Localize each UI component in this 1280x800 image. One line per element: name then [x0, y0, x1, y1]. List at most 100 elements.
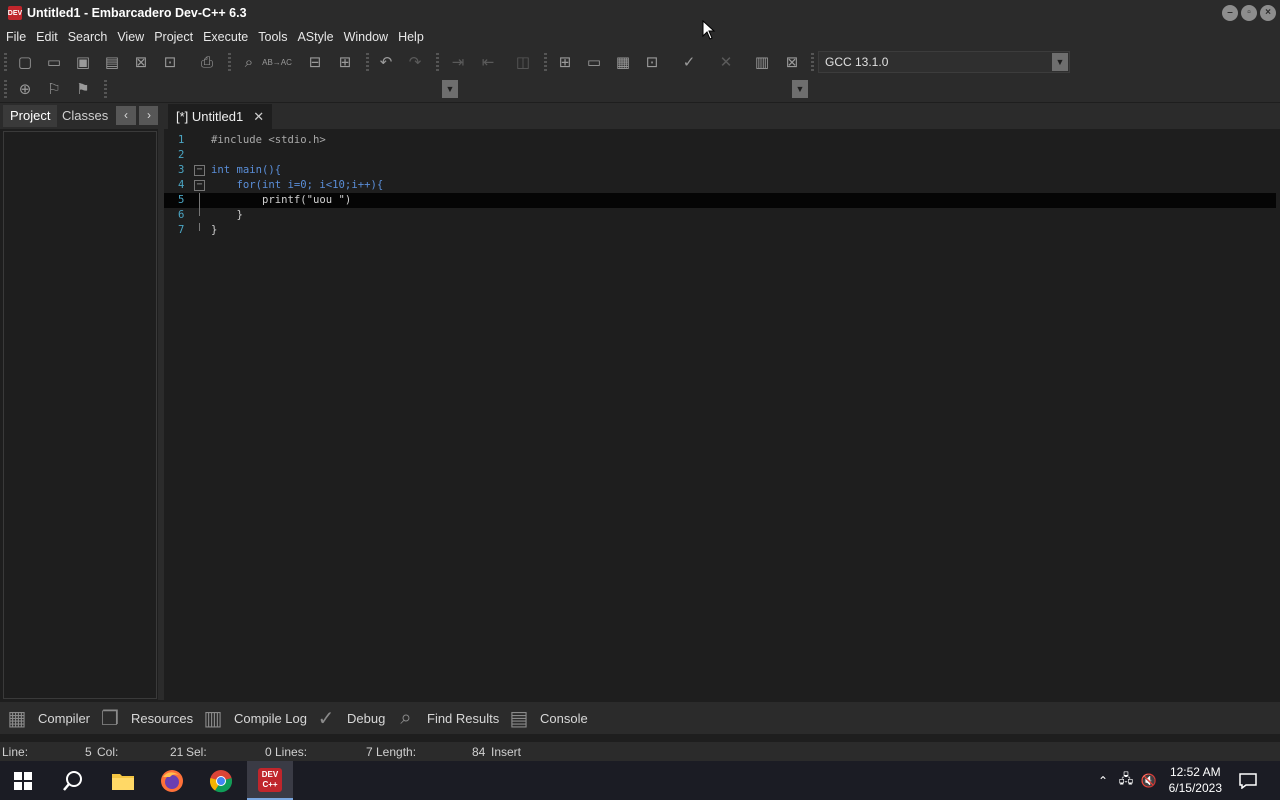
print-icon[interactable]: ⎙: [196, 51, 218, 73]
redo-icon[interactable]: ↷: [404, 51, 426, 73]
fold-collapse-icon[interactable]: −: [194, 165, 205, 176]
save-all-icon[interactable]: ▤: [101, 51, 123, 73]
chevron-up-icon[interactable]: ⌃: [1093, 761, 1113, 800]
chevron-down-icon[interactable]: ▼: [442, 80, 458, 98]
indent-icon[interactable]: ⇥: [447, 51, 469, 73]
code-line-current[interactable]: 5 printf("uou "): [164, 193, 1276, 208]
chrome-button[interactable]: [198, 761, 244, 800]
search-button[interactable]: [50, 761, 96, 800]
windows-taskbar: DEV C++ ⌃ 🖧 🔇 12:52 AM 6/15/2023: [0, 761, 1280, 800]
delete-profile-icon[interactable]: ⊠: [781, 51, 803, 73]
menu-bar: File Edit Search View Project Execute To…: [0, 26, 1280, 47]
new-file-icon[interactable]: ▢: [14, 51, 36, 73]
menu-tools[interactable]: Tools: [253, 30, 292, 44]
toolbar-grip[interactable]: [811, 53, 814, 71]
tab-console[interactable]: ▤ Console: [506, 706, 588, 730]
class-select[interactable]: ▼: [112, 78, 460, 100]
code-line[interactable]: 7 }: [164, 223, 1276, 238]
status-line-value: 5: [85, 745, 92, 759]
close-file-icon[interactable]: ⊠: [130, 51, 152, 73]
open-folder-icon[interactable]: ▭: [43, 51, 65, 73]
start-button[interactable]: [0, 761, 46, 800]
insert-icon[interactable]: ⊕: [14, 78, 36, 100]
volume-muted-icon[interactable]: 🔇: [1139, 761, 1159, 800]
check-syntax-icon[interactable]: ✓: [678, 51, 700, 73]
chevron-right-icon[interactable]: ›: [139, 106, 159, 125]
compile-icon[interactable]: ⊞: [554, 51, 576, 73]
resources-icon: ❐: [101, 707, 119, 730]
rebuild-icon[interactable]: ⊡: [641, 51, 663, 73]
run-icon[interactable]: ▭: [583, 51, 605, 73]
toolbar-grip[interactable]: [544, 53, 547, 71]
tab-project[interactable]: Project: [3, 105, 58, 127]
unindent-icon[interactable]: ⇤: [477, 51, 499, 73]
profile-icon[interactable]: ▥: [751, 51, 773, 73]
member-select[interactable]: ▼: [462, 78, 810, 100]
code-line[interactable]: 4 − for(int i=0; i<10;i++){: [164, 178, 1276, 193]
toolbar-grip[interactable]: [366, 53, 369, 71]
bar-chart-icon: ▥: [203, 707, 223, 730]
menu-astyle[interactable]: AStyle: [292, 30, 338, 44]
save-icon[interactable]: ▣: [72, 51, 94, 73]
code-editor[interactable]: 1 #include <stdio.h> 2 3 − int main(){ 4…: [164, 129, 1280, 700]
toggle-bookmark-icon[interactable]: ⚐: [43, 78, 65, 100]
tab-classes[interactable]: Classes: [55, 105, 115, 127]
chevron-left-icon[interactable]: ‹: [116, 106, 136, 125]
comment-icon[interactable]: ◫: [512, 51, 534, 73]
code-line[interactable]: 2: [164, 148, 1276, 163]
menu-project[interactable]: Project: [149, 30, 198, 44]
close-button[interactable]: ×: [1260, 5, 1276, 21]
tab-label: Compiler: [38, 710, 91, 726]
compiler-select[interactable]: GCC 13.1.0 ▼: [818, 51, 1070, 73]
devcpp-taskbar-button[interactable]: DEV C++: [247, 761, 293, 800]
chevron-down-icon[interactable]: ▼: [792, 80, 808, 98]
tab-label: Debug: [347, 710, 386, 726]
restore-button[interactable]: ▫: [1241, 5, 1257, 21]
toolbar-grip[interactable]: [228, 53, 231, 71]
project-tree[interactable]: [3, 131, 157, 699]
tab-label: Find Results: [427, 710, 500, 726]
network-icon[interactable]: 🖧: [1116, 761, 1136, 800]
notifications-button[interactable]: [1236, 761, 1260, 800]
menu-edit[interactable]: Edit: [31, 30, 63, 44]
toolbar-grip[interactable]: [436, 53, 439, 71]
compile-run-icon[interactable]: ▦: [612, 51, 634, 73]
menu-execute[interactable]: Execute: [198, 30, 253, 44]
file-explorer-button[interactable]: [100, 761, 146, 800]
system-clock[interactable]: 12:52 AM 6/15/2023: [1169, 764, 1222, 796]
fold-collapse-icon[interactable]: −: [194, 180, 205, 191]
goto-function-icon[interactable]: ⊞: [334, 51, 356, 73]
menu-window[interactable]: Window: [339, 30, 393, 44]
stop-execution-icon[interactable]: ✕: [715, 51, 737, 73]
find-icon[interactable]: ⌕: [238, 51, 260, 73]
minimize-button[interactable]: –: [1222, 5, 1238, 21]
firefox-button[interactable]: [149, 761, 195, 800]
fold-guide: [199, 193, 200, 208]
toolbar-grip[interactable]: [104, 80, 107, 98]
code-line[interactable]: 6 }: [164, 208, 1276, 223]
status-bar: Line: 5 Col: 21 Sel: 0 Lines: 7 Length: …: [0, 742, 1280, 761]
goto-bookmark-icon[interactable]: ⚑: [72, 78, 94, 100]
tab-find-results[interactable]: ⌕ Find Results: [393, 706, 499, 730]
tab-debug[interactable]: ✓ Debug: [313, 706, 386, 730]
menu-file[interactable]: File: [1, 30, 31, 44]
toolbar-grip[interactable]: [4, 80, 7, 98]
code-text: printf("uou "): [211, 194, 352, 206]
undo-icon[interactable]: ↶: [375, 51, 397, 73]
code-line[interactable]: 3 − int main(){: [164, 163, 1276, 178]
menu-view[interactable]: View: [112, 30, 149, 44]
chevron-down-icon[interactable]: ▼: [1052, 53, 1068, 71]
goto-line-icon[interactable]: ⊟: [304, 51, 326, 73]
tab-compiler[interactable]: ▦ Compiler: [4, 706, 90, 730]
bottom-panel-tabs: ▦ Compiler ❐ Resources ▥ Compile Log ✓ D…: [0, 702, 1280, 734]
menu-search[interactable]: Search: [63, 30, 113, 44]
tab-compile-log[interactable]: ▥ Compile Log: [200, 706, 307, 730]
replace-icon[interactable]: AB→AC: [262, 51, 292, 73]
menu-help[interactable]: Help: [393, 30, 429, 44]
tab-resources[interactable]: ❐ Resources: [97, 706, 193, 730]
code-line[interactable]: 1 #include <stdio.h>: [164, 133, 1276, 148]
tab-untitled1[interactable]: [*] Untitled1 ✕: [168, 104, 273, 129]
close-all-icon[interactable]: ⊡: [159, 51, 181, 73]
close-icon[interactable]: ✕: [253, 109, 264, 125]
toolbar-grip[interactable]: [4, 53, 7, 71]
